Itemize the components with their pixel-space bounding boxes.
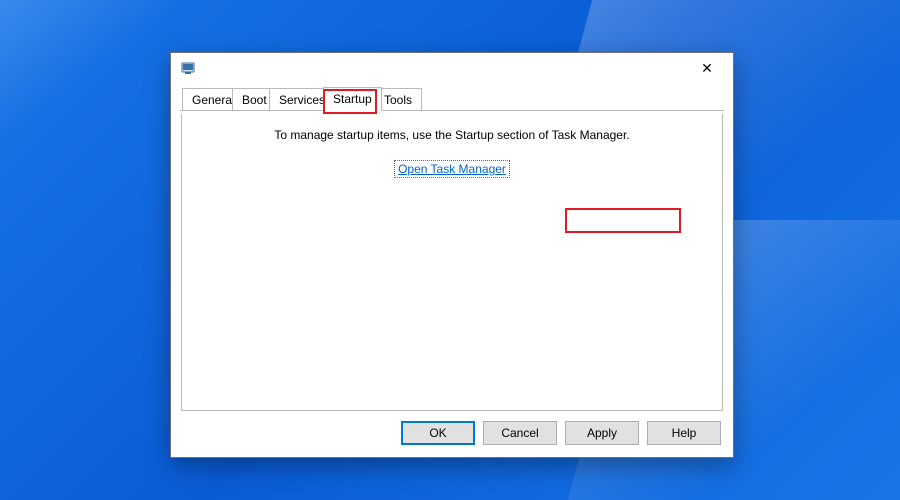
cancel-button[interactable]: Cancel	[483, 421, 557, 445]
open-task-manager-link[interactable]: Open Task Manager	[394, 160, 510, 178]
tab-label: Services	[279, 93, 325, 107]
titlebar: ✕	[171, 53, 733, 83]
ok-button[interactable]: OK	[401, 421, 475, 445]
app-icon	[181, 60, 197, 76]
button-label: Apply	[587, 426, 617, 440]
tab-label: Tools	[384, 93, 412, 107]
button-label: OK	[429, 426, 446, 440]
help-button[interactable]: Help	[647, 421, 721, 445]
tab-label: General	[192, 93, 235, 107]
button-label: Cancel	[501, 426, 538, 440]
close-button[interactable]: ✕	[687, 54, 727, 82]
link-container: Open Task Manager	[182, 162, 722, 176]
instruction-text: To manage startup items, use the Startup…	[182, 128, 722, 142]
tab-label: Boot	[242, 93, 267, 107]
close-icon: ✕	[701, 61, 713, 75]
apply-button[interactable]: Apply	[565, 421, 639, 445]
tab-label: Startup	[333, 92, 372, 106]
tab-startup[interactable]: Startup	[323, 87, 382, 111]
msconfig-window: ✕ General Boot Services Startup Tools To…	[170, 52, 734, 458]
tab-content: To manage startup items, use the Startup…	[181, 114, 723, 411]
button-label: Help	[672, 426, 697, 440]
dialog-buttons: OK Cancel Apply Help	[401, 421, 721, 445]
desktop-background: ✕ General Boot Services Startup Tools To…	[0, 0, 900, 500]
tab-strip: General Boot Services Startup Tools	[180, 89, 724, 111]
